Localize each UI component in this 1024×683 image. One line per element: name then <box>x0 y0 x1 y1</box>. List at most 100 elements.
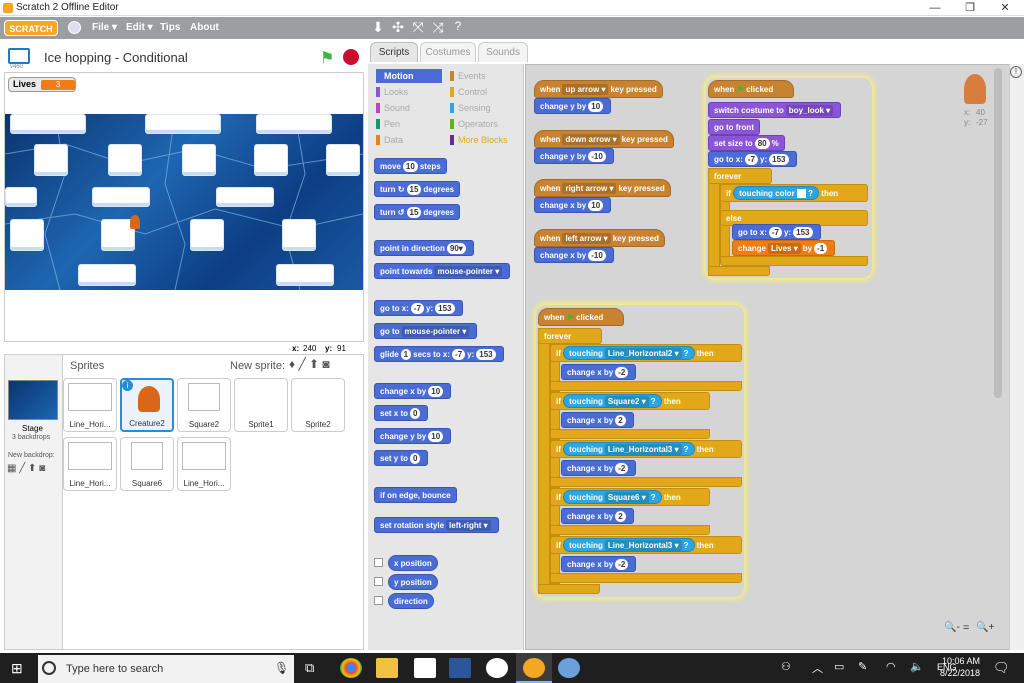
menu-tips[interactable]: Tips <box>160 22 180 33</box>
block-forever[interactable]: forever <box>538 328 602 344</box>
grow-icon[interactable]: ⤧ <box>409 19 427 36</box>
sprite-thumb-square2[interactable]: Square2 <box>177 378 231 432</box>
block-turn-ccw[interactable]: turn ↺ 15 degrees <box>374 204 461 220</box>
sprite-thumb-creature2[interactable]: Creature2 i <box>120 378 174 432</box>
hat-when-key-pressed[interactable]: when right arrow ▾ key pressed <box>534 179 671 197</box>
tab-sounds[interactable]: Sounds <box>478 42 528 62</box>
volume-icon[interactable]: 🔈 <box>910 660 924 673</box>
sprite-thumb-line-hori-3[interactable]: Line_Hori... <box>177 437 231 491</box>
block-input[interactable]: 10 <box>428 386 444 398</box>
reporter-y-position[interactable]: y position <box>388 574 438 590</box>
block-dropdown[interactable]: boy_look ▾ <box>785 105 834 117</box>
block-touching-color[interactable]: touching color ? <box>733 186 820 200</box>
category-more-blocks[interactable]: More Blocks <box>450 133 508 147</box>
microphone-icon[interactable]: 🎙 <box>274 661 289 675</box>
hat-when-key-pressed[interactable]: when down arrow ▾ key pressed <box>534 130 674 148</box>
block-if[interactable]: if touching Line_Horizontal3 ▾? then <box>550 536 742 554</box>
block-input[interactable]: 10 <box>588 200 604 212</box>
block-input[interactable]: -7 <box>768 227 783 239</box>
block-input[interactable]: 1 <box>400 349 412 361</box>
block-dropdown[interactable]: mouse-pointer ▾ <box>401 326 470 338</box>
help-icon[interactable]: ? <box>449 19 467 33</box>
hat-when-flag-clicked[interactable]: when ⚑ clicked <box>538 308 624 326</box>
help-icon[interactable]: ! <box>1010 66 1022 78</box>
block-input[interactable]: 153 <box>793 227 813 239</box>
file-explorer-icon[interactable] <box>376 658 398 678</box>
duplicate-stamp-icon[interactable]: ⬇ <box>369 19 387 36</box>
checkbox-x-position[interactable] <box>374 558 383 567</box>
block-if[interactable]: if touching Square2 ▾? then <box>550 392 710 410</box>
battery-icon[interactable]: ▭ <box>834 660 844 673</box>
shrink-icon[interactable]: ⤨ <box>429 19 447 36</box>
block-input[interactable]: 153 <box>476 349 496 361</box>
block-dropdown[interactable]: left-right ▾ <box>446 520 491 532</box>
windows-start-icon[interactable]: ⊞ <box>11 660 23 677</box>
block-input[interactable]: 10 <box>402 161 418 173</box>
block-input[interactable]: 0 <box>410 408 421 420</box>
block-input[interactable]: -10 <box>588 151 606 163</box>
menu-about[interactable]: About <box>190 22 219 33</box>
new-sprite-tools-icon[interactable]: ♦ ╱ ⬆ ◙ <box>289 357 330 371</box>
block-input[interactable]: 15 <box>406 207 422 219</box>
stop-icon[interactable] <box>343 49 359 65</box>
block-input[interactable]: 153 <box>769 154 789 166</box>
block-point-towards[interactable]: point towards mouse-pointer ▾ <box>374 263 511 279</box>
sprite-thumb-square6[interactable]: Square6 <box>120 437 174 491</box>
block-dropdown[interactable]: Line_Horizontal3 ▾ <box>604 540 682 552</box>
block-if[interactable]: if touching Line_Horizontal3 ▾? then <box>550 440 742 458</box>
block-switch-costume[interactable]: switch costume to boy_look ▾ <box>708 102 842 118</box>
block-input[interactable]: -2 <box>615 559 629 571</box>
sticky-notes-icon[interactable] <box>414 658 436 678</box>
block-change-x[interactable]: change x by 2 <box>561 508 634 524</box>
cut-icon[interactable]: ✣ <box>389 19 407 36</box>
category-data[interactable]: Data <box>376 133 403 147</box>
block-change-variable[interactable]: change Lives ▾ by -1 <box>732 240 836 256</box>
sprite-thumb-line-hori-2[interactable]: Line_Hori... <box>63 437 117 491</box>
block-touching[interactable]: touching Square6 ▾? <box>563 490 662 504</box>
block-touching[interactable]: touching Line_Horizontal2 ▾? <box>563 346 695 360</box>
block-go-to-xy[interactable]: go to x: -7 y: 153 <box>708 151 797 167</box>
green-flag-icon[interactable]: ⚑ <box>320 48 334 68</box>
block-if-else[interactable]: if touching color ? then <box>720 184 868 202</box>
block-change-x[interactable]: change x by -2 <box>561 556 637 572</box>
block-dropdown[interactable]: down arrow ▾ <box>562 134 620 146</box>
presentation-mode-icon[interactable] <box>8 48 30 64</box>
clock-date[interactable]: 8/22/2018 <box>940 668 980 678</box>
block-go-to-xy[interactable]: go to x: -7 y: 153 <box>374 300 463 316</box>
scripts-vertical-scrollbar[interactable] <box>994 68 1002 398</box>
wifi-icon[interactable]: ◠ <box>886 660 896 673</box>
category-sound[interactable]: Sound <box>376 101 410 115</box>
block-dropdown[interactable]: Square2 ▾ <box>604 396 649 408</box>
sprite-thumb-sprite2[interactable]: Sprite2 <box>291 378 345 432</box>
chrome-icon[interactable] <box>340 658 362 678</box>
block-input[interactable]: 2 <box>615 511 626 523</box>
block-change-x[interactable]: change x by 10 <box>374 383 452 399</box>
block-change-y[interactable]: change y by 10 <box>534 98 612 114</box>
block-change-x[interactable]: change x by -2 <box>561 364 637 380</box>
taskbar-search[interactable]: Type here to search 🎙 <box>38 655 294 683</box>
word-icon[interactable] <box>449 658 471 678</box>
block-dropdown[interactable]: Square6 ▾ <box>604 492 649 504</box>
block-change-x[interactable]: change x by -10 <box>534 247 614 263</box>
block-input[interactable]: 80 <box>754 138 770 150</box>
block-set-size[interactable]: set size to 80% <box>708 135 785 151</box>
block-input[interactable]: -7 <box>744 154 759 166</box>
category-control[interactable]: Control <box>450 85 487 99</box>
block-point-in-direction[interactable]: point in direction 90▾ <box>374 240 474 256</box>
minimize-button[interactable]: — <box>918 0 952 16</box>
tray-chevron-icon[interactable]: ︿ <box>812 660 823 676</box>
block-input[interactable]: -1 <box>814 243 828 255</box>
zoom-in-icon[interactable]: 🔍+ <box>976 622 994 633</box>
block-dropdown[interactable]: mouse-pointer ▾ <box>434 266 503 278</box>
color-swatch[interactable] <box>796 189 806 199</box>
task-view-icon[interactable]: ⧉ <box>305 660 314 676</box>
zoom-reset-icon[interactable]: = <box>963 622 969 634</box>
tab-scripts[interactable]: Scripts <box>370 42 418 62</box>
slack-icon[interactable] <box>486 658 508 678</box>
category-events[interactable]: Events <box>450 69 486 83</box>
people-icon[interactable]: ⚇ <box>781 660 791 673</box>
block-move[interactable]: move 10 steps <box>374 158 447 174</box>
block-set-x[interactable]: set x to 0 <box>374 405 429 421</box>
checkbox-y-position[interactable] <box>374 577 383 586</box>
notifications-icon[interactable]: 🗨 <box>993 660 1010 676</box>
